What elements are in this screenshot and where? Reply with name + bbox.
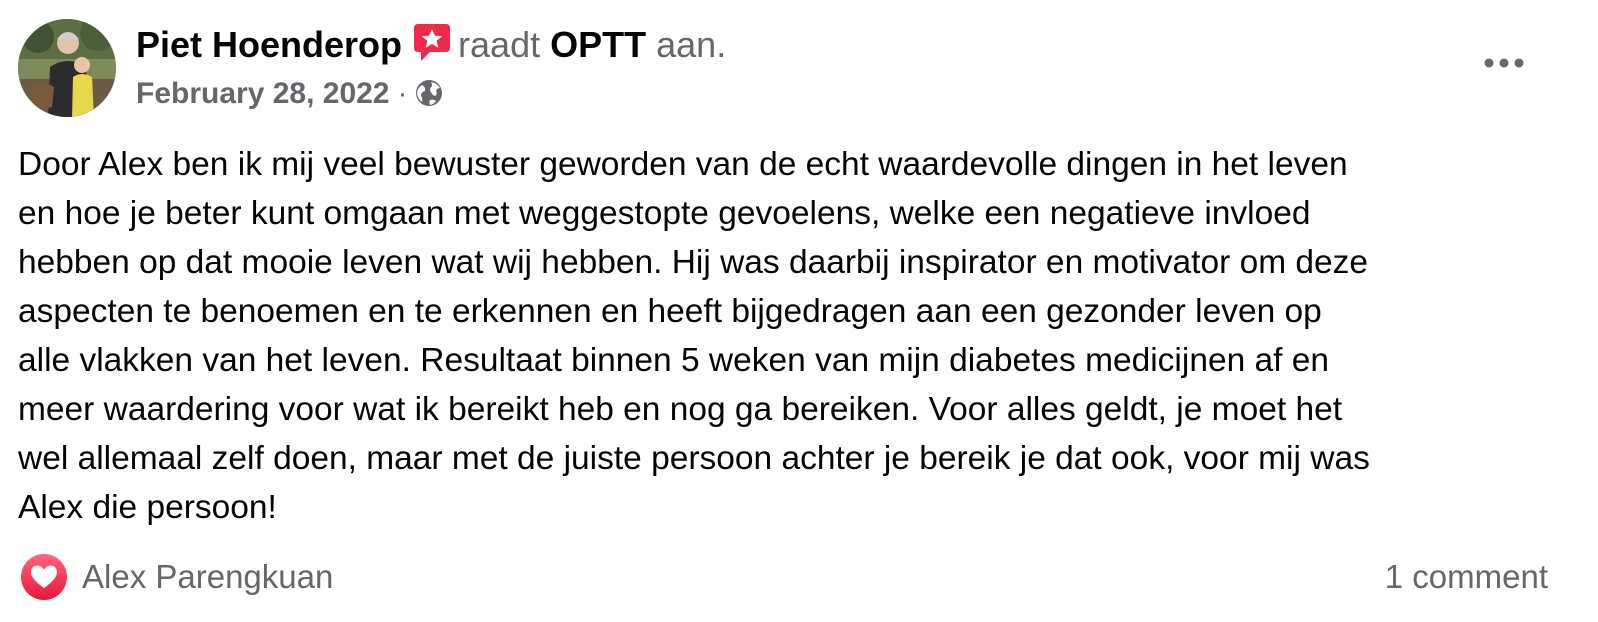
post-body-line: Alex die persoon! xyxy=(18,489,277,526)
post-date[interactable]: February 28, 2022 xyxy=(136,77,390,110)
avatar-photo xyxy=(18,19,116,117)
more-options-icon xyxy=(1484,58,1524,68)
author-avatar[interactable] xyxy=(18,19,116,117)
post-body-line: meer waardering voor wat ik bereikt heb … xyxy=(18,391,1343,428)
comment-count-link[interactable]: 1 comment xyxy=(1385,553,1548,601)
meta-separator: · xyxy=(397,77,408,110)
post-body-line: en hoe je beter kunt omgaan met weggesto… xyxy=(18,195,1311,232)
recommendation-suffix: aan. xyxy=(656,24,727,65)
post-header-line: Piet Hoenderop raadt OPTT aan. xyxy=(136,22,726,67)
reactions-summary[interactable]: Alex Parengkuan xyxy=(20,553,333,601)
recommendation-star-icon xyxy=(412,22,452,64)
recommended-page-link[interactable]: OPTT xyxy=(550,24,646,65)
recommendation-verb: raadt xyxy=(458,24,541,65)
globe-icon[interactable] xyxy=(414,78,444,108)
post-meta: February 28, 2022 · xyxy=(136,74,444,114)
author-name[interactable]: Piet Hoenderop xyxy=(136,24,402,65)
post-body-line: alle vlakken van het leven. Resultaat bi… xyxy=(18,342,1330,379)
post-body: Door Alex ben ik mij veel bewuster gewor… xyxy=(18,140,1578,532)
reactor-name: Alex Parengkuan xyxy=(82,558,334,595)
more-options-button[interactable] xyxy=(1482,46,1526,80)
post-body-line: Door Alex ben ik mij veel bewuster gewor… xyxy=(18,146,1348,183)
love-reaction-icon xyxy=(21,554,67,600)
post-body-line: wel allemaal zelf doen, maar met de juis… xyxy=(18,440,1370,477)
post-body-line: hebben op dat mooie leven wat wij hebben… xyxy=(18,244,1369,281)
post-body-line: aspecten te benoemen en te erkennen en h… xyxy=(18,293,1322,330)
post-card: Piet Hoenderop raadt OPTT aan. February … xyxy=(0,0,1598,622)
